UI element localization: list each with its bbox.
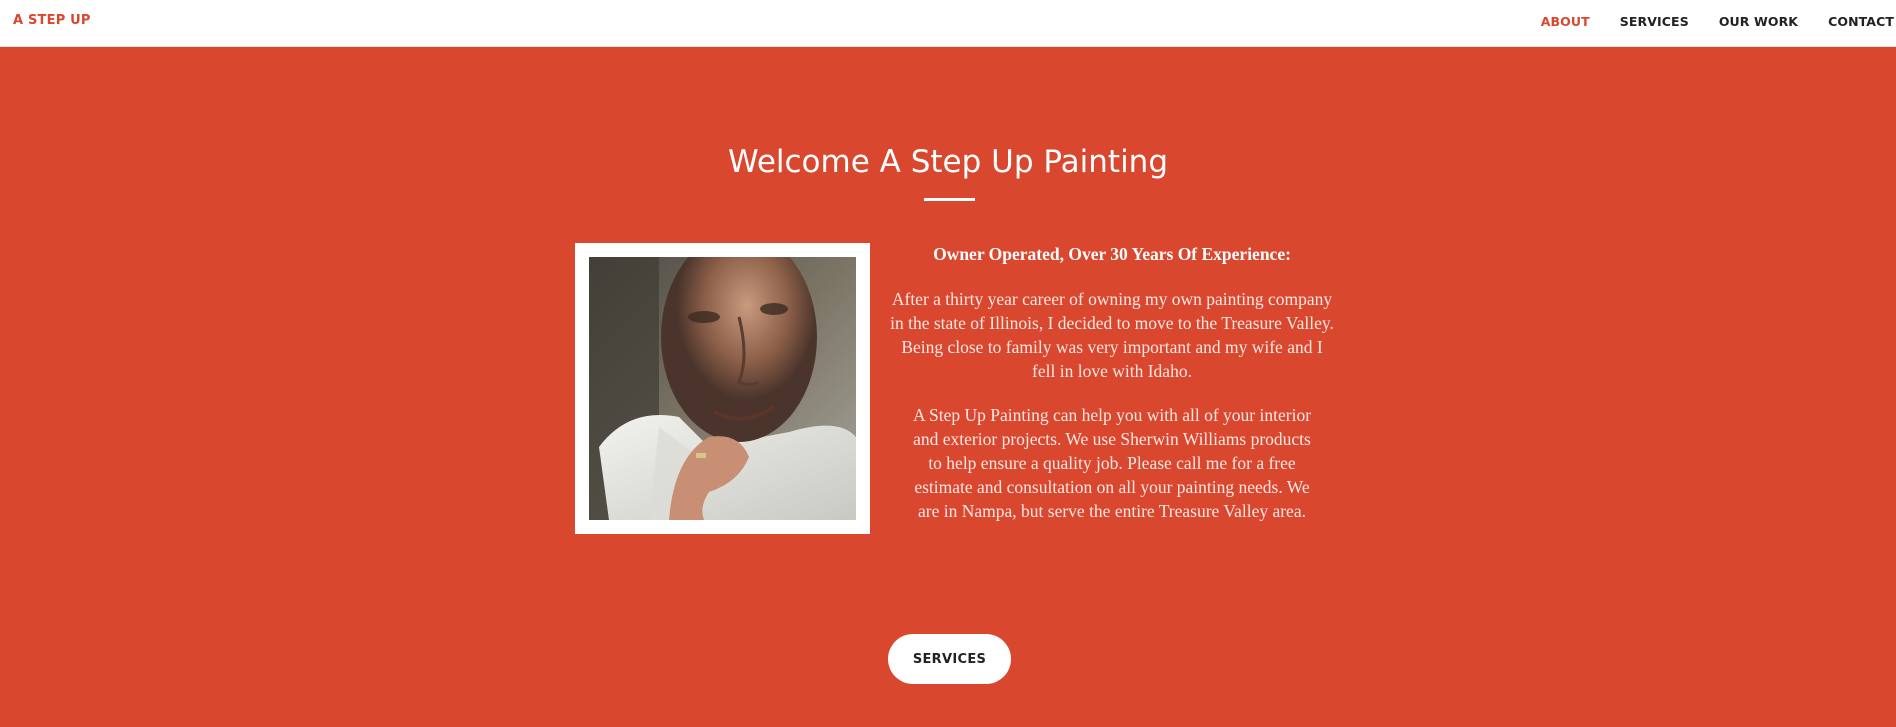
about-section: Welcome A Step Up Painting Owner Operate… xyxy=(0,48,1896,727)
nav-item-our-work: OUR WORK xyxy=(1719,14,1798,29)
about-paragraph-1: After a thirty year career of owning my … xyxy=(890,289,1334,381)
nav-item-about: ABOUT xyxy=(1541,14,1590,29)
about-text: Owner Operated, Over 30 Years Of Experie… xyxy=(888,242,1336,543)
about-paragraph-2: A Step Up Painting can help you with all… xyxy=(912,405,1312,521)
brand-logo-link[interactable]: A STEP UP xyxy=(13,13,91,28)
nav-link-services[interactable]: SERVICES xyxy=(1620,14,1689,29)
section-heading: Welcome A Step Up Painting xyxy=(727,144,1169,180)
owner-portrait-image xyxy=(589,257,856,520)
nav-item-contact: CONTACT xyxy=(1828,14,1894,29)
nav-link-our-work[interactable]: OUR WORK xyxy=(1719,14,1798,29)
top-navbar: A STEP UP ABOUT SERVICES OUR WORK CONTAC… xyxy=(0,0,1896,47)
services-button[interactable]: SERVICES xyxy=(888,634,1011,684)
owner-photo-frame xyxy=(575,243,870,534)
nav-link-about[interactable]: ABOUT xyxy=(1541,14,1590,29)
nav-link-contact[interactable]: CONTACT xyxy=(1828,14,1894,29)
heading-divider xyxy=(924,198,975,201)
about-lead: Owner Operated, Over 30 Years Of Experie… xyxy=(933,244,1291,264)
owner-photo xyxy=(589,257,856,520)
nav-item-services: SERVICES xyxy=(1620,14,1689,29)
nav-menu: ABOUT SERVICES OUR WORK CONTACT xyxy=(1541,14,1896,29)
